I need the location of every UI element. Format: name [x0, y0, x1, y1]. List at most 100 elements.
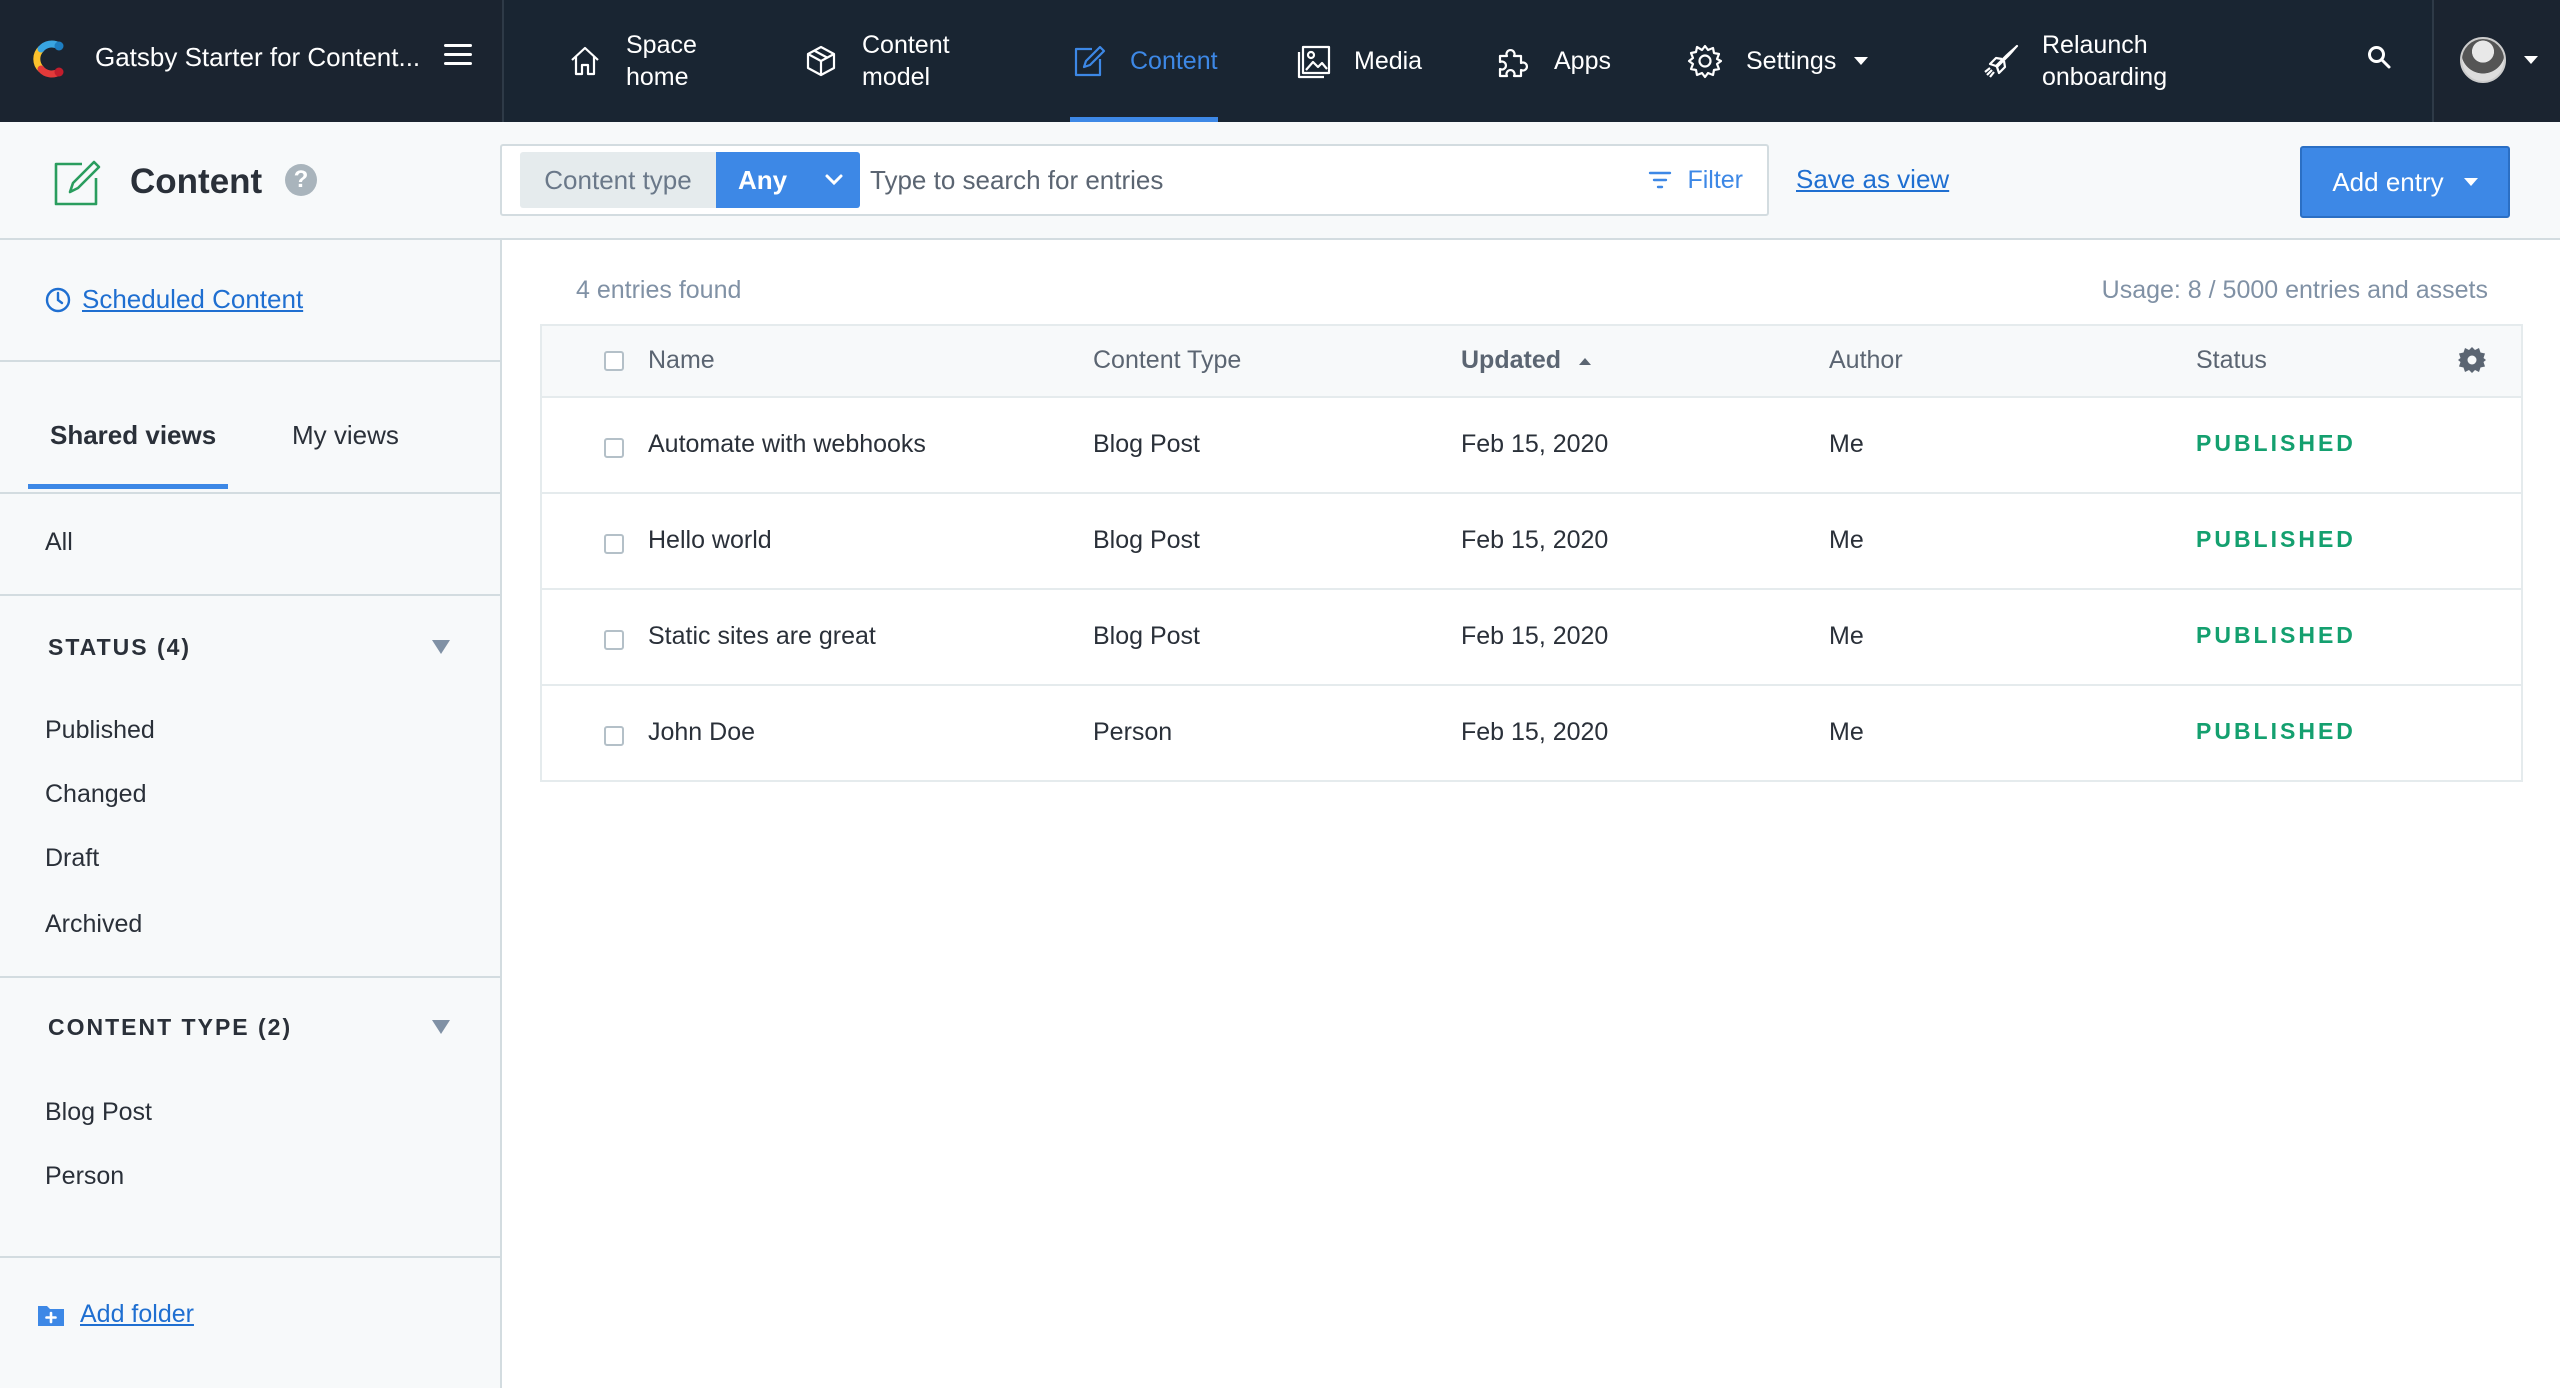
entry-updated: Feb 15, 2020: [1461, 718, 1609, 746]
edit-icon: [1074, 45, 1106, 77]
scheduled-content-link[interactable]: Scheduled Content: [44, 284, 303, 315]
status-badge: PUBLISHED: [2196, 718, 2356, 744]
content-type-value: Any: [738, 165, 788, 195]
entry-updated: Feb 15, 2020: [1461, 622, 1609, 650]
nav-content-model-label: Content model: [862, 31, 950, 91]
row-checkbox[interactable]: [604, 726, 624, 746]
row-checkbox[interactable]: [604, 438, 624, 458]
clock-icon: [45, 287, 71, 312]
nav-settings[interactable]: Settings: [1686, 0, 1869, 122]
entry-content-type: Person: [1093, 718, 1173, 746]
chevron-down-icon: [1854, 57, 1869, 65]
column-updated[interactable]: Updated: [1461, 346, 1591, 375]
nav-media[interactable]: Media: [1294, 0, 1422, 122]
nav-space-home[interactable]: Space home: [566, 0, 716, 122]
hamburger-icon[interactable]: [444, 44, 472, 68]
divider: [0, 360, 500, 362]
home-icon: [571, 46, 599, 76]
table-row[interactable]: Automate with webhooks Blog Post Feb 15,…: [542, 398, 2521, 494]
entry-author: Me: [1829, 430, 1864, 458]
status-badge: PUBLISHED: [2196, 430, 2356, 456]
divider: [0, 492, 500, 494]
column-content-type[interactable]: Content Type: [1093, 346, 1241, 375]
usage-info: Usage: 8 / 5000 entries and assets: [2101, 276, 2488, 304]
column-status[interactable]: Status: [2196, 346, 2267, 375]
cube-icon: [806, 45, 836, 77]
search-input[interactable]: [870, 152, 1470, 208]
select-all-checkbox[interactable]: [604, 351, 624, 371]
entries-table: Name Content Type Updated Author Status …: [540, 324, 2523, 782]
view-all[interactable]: All: [45, 528, 73, 557]
gear-icon[interactable]: [2456, 344, 2488, 376]
view-published[interactable]: Published: [45, 716, 155, 745]
entries-found-count: 4 entries found: [576, 276, 742, 304]
nav-relaunch-onboarding[interactable]: Relaunch onboarding: [1982, 0, 2192, 122]
chevron-down-icon: [2463, 178, 2478, 186]
rocket-icon: [1984, 44, 2019, 78]
chevron-down-icon: [825, 174, 843, 186]
search-icon[interactable]: [2366, 44, 2392, 70]
view-draft[interactable]: Draft: [45, 844, 99, 873]
tab-shared-views[interactable]: Shared views: [50, 420, 216, 451]
entry-author: Me: [1829, 718, 1864, 746]
table-row[interactable]: John Doe Person Feb 15, 2020 Me PUBLISHE…: [542, 686, 2521, 780]
folder-plus-icon: [38, 1305, 64, 1326]
nav-settings-label: Settings: [1746, 47, 1837, 75]
content-type-label: Content type: [520, 152, 716, 208]
column-updated-label: Updated: [1461, 346, 1561, 374]
column-author[interactable]: Author: [1829, 346, 1903, 375]
entry-updated: Feb 15, 2020: [1461, 526, 1609, 554]
save-as-view-link[interactable]: Save as view: [1796, 164, 1949, 195]
divider: [0, 594, 500, 596]
table-row[interactable]: Hello world Blog Post Feb 15, 2020 Me PU…: [542, 494, 2521, 590]
entry-content-type: Blog Post: [1093, 526, 1201, 554]
space-switcher[interactable]: Gatsby Starter for Content...: [0, 0, 504, 122]
collapse-caret-icon[interactable]: [432, 1020, 450, 1034]
status-folder-heading: STATUS (4): [48, 634, 192, 660]
gear-icon: [1687, 44, 1723, 79]
nav-content-label: Content: [1130, 47, 1218, 75]
active-tab-indicator: [28, 484, 228, 489]
help-icon[interactable]: ?: [285, 164, 317, 196]
status-badge: PUBLISHED: [2196, 622, 2356, 648]
divider: [0, 976, 500, 978]
entry-content-type: Blog Post: [1093, 430, 1201, 458]
row-checkbox[interactable]: [604, 630, 624, 650]
table-row[interactable]: Static sites are great Blog Post Feb 15,…: [542, 590, 2521, 686]
add-entry-button[interactable]: Add entry: [2300, 146, 2510, 218]
view-person[interactable]: Person: [45, 1162, 124, 1191]
nav-content-model[interactable]: Content model: [802, 0, 972, 122]
view-changed[interactable]: Changed: [45, 780, 146, 809]
scheduled-content-label: Scheduled Content: [82, 284, 304, 314]
contentful-logo-icon: [33, 40, 64, 78]
content-header: Content ? Content type Any Filter Save a…: [0, 122, 2560, 240]
nav-space-home-label: Space home: [626, 31, 697, 91]
edit-icon: [54, 160, 101, 206]
puzzle-icon: [1498, 48, 1529, 78]
page-title: Content: [130, 162, 263, 201]
entry-name: Static sites are great: [648, 622, 876, 650]
sort-ascending-icon: [1579, 357, 1591, 365]
add-folder-label: Add folder: [80, 1300, 194, 1328]
views-sidebar: Scheduled Content Shared views My views …: [0, 240, 502, 1388]
view-blog-post[interactable]: Blog Post: [45, 1098, 152, 1127]
nav-relaunch-label: Relaunch onboarding: [2042, 31, 2168, 91]
avatar: [2460, 37, 2506, 83]
tab-my-views[interactable]: My views: [292, 420, 399, 451]
add-entry-label: Add entry: [2332, 166, 2444, 197]
divider: [0, 1256, 500, 1258]
account-menu[interactable]: [2432, 0, 2560, 122]
collapse-caret-icon[interactable]: [432, 640, 450, 654]
nav-content[interactable]: Content: [1070, 0, 1218, 122]
entry-updated: Feb 15, 2020: [1461, 430, 1609, 458]
content-type-select[interactable]: Any: [716, 152, 860, 208]
column-name[interactable]: Name: [648, 346, 715, 375]
nav-apps[interactable]: Apps: [1494, 0, 1611, 122]
filter-button[interactable]: Filter: [1647, 152, 1743, 208]
filter-label: Filter: [1687, 165, 1743, 194]
row-checkbox[interactable]: [604, 534, 624, 554]
view-archived[interactable]: Archived: [45, 910, 142, 939]
add-folder-link[interactable]: Add folder: [36, 1300, 194, 1329]
entry-name: Automate with webhooks: [648, 430, 926, 458]
entry-author: Me: [1829, 526, 1864, 554]
